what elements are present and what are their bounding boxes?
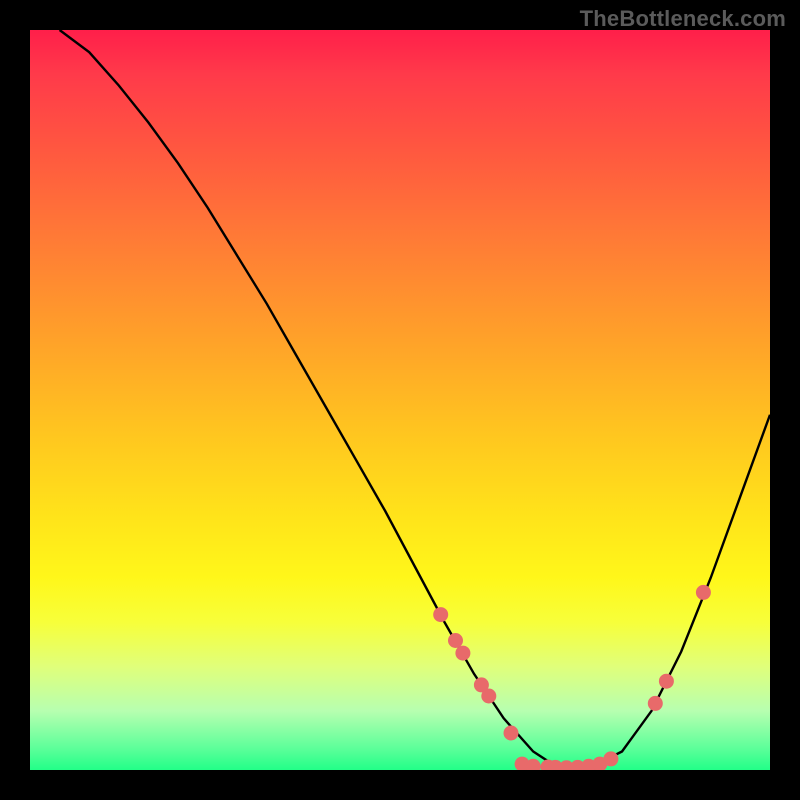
data-point-marker bbox=[659, 674, 674, 689]
bottleneck-chart bbox=[30, 30, 770, 770]
data-point-marker bbox=[603, 751, 618, 766]
data-point-marker bbox=[433, 607, 448, 622]
data-point-marker bbox=[455, 646, 470, 661]
data-point-marker bbox=[481, 689, 496, 704]
data-point-marker bbox=[448, 633, 463, 648]
watermark-text: TheBottleneck.com bbox=[580, 6, 786, 32]
marker-layer bbox=[433, 585, 711, 770]
bottleneck-curve-line bbox=[60, 30, 770, 768]
data-point-marker bbox=[648, 696, 663, 711]
data-point-marker bbox=[696, 585, 711, 600]
chart-container: TheBottleneck.com bbox=[0, 0, 800, 800]
data-point-marker bbox=[504, 726, 519, 741]
